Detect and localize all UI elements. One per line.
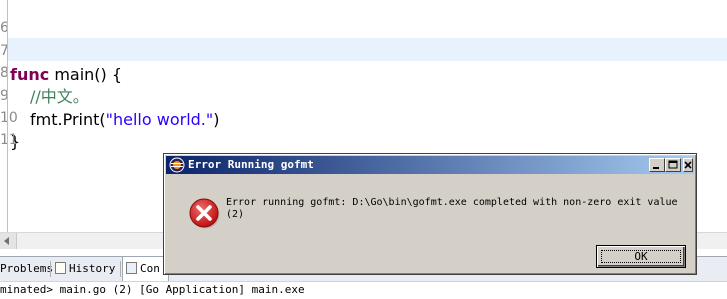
console-status-line: minated> main.go (2) [Go Application] ma… <box>0 281 727 299</box>
tab-separator <box>50 261 51 277</box>
scroll-left-button[interactable] <box>0 233 17 249</box>
maximize-button[interactable] <box>665 158 681 172</box>
tab-label: Con <box>140 262 160 275</box>
minimize-button[interactable] <box>649 158 665 172</box>
code-text: //中文。 <box>30 85 89 108</box>
screen: 6 7 func main() { 8 //中文。 9 fmt.Print("h… <box>0 0 727 299</box>
dialog-title: Error Running gofmt <box>188 158 314 171</box>
code-line[interactable]: 7 func main() { <box>0 17 122 84</box>
code-comment: //中文。 <box>30 87 89 106</box>
string-literal: "hello world." <box>105 110 214 129</box>
eclipse-icon <box>169 157 185 173</box>
tab-label: History <box>69 262 116 275</box>
gutter-divider <box>7 0 8 232</box>
func-signature: main() { <box>49 65 123 84</box>
maximize-icon <box>668 160 678 169</box>
minimize-icon <box>653 167 659 169</box>
error-message: Error running gofmt: D:\Go\bin\gofmt.exe… <box>226 197 678 220</box>
code-line[interactable]: 8 //中文。 <box>0 39 89 106</box>
tab-console[interactable]: Con <box>122 257 169 281</box>
arrow-left-icon <box>4 237 9 245</box>
tab-problems[interactable]: Problems <box>0 257 53 281</box>
code-line[interactable]: 9 fmt.Print("hello world.") <box>0 62 219 129</box>
close-button[interactable] <box>683 158 693 172</box>
history-icon <box>55 262 66 274</box>
code-line[interactable]: 11 <box>0 106 31 148</box>
code-line[interactable]: 10 } <box>0 84 31 151</box>
focus-rect <box>601 250 681 263</box>
console-icon <box>126 262 137 274</box>
error-icon <box>189 198 220 229</box>
tab-separator <box>120 261 121 277</box>
code-line[interactable]: 6 <box>0 0 31 36</box>
error-dialog: Error Running gofmt Error running gofmt:… <box>163 153 697 275</box>
code-text: fmt.Print("hello world.") <box>30 108 219 131</box>
tab-history[interactable]: History <box>55 257 115 281</box>
close-icon <box>684 161 692 169</box>
current-line-highlight <box>8 38 727 61</box>
call-suffix: ) <box>213 110 220 129</box>
ok-button[interactable]: OK <box>596 245 686 268</box>
call-prefix: fmt.Print( <box>30 110 106 129</box>
dialog-titlebar[interactable]: Error Running gofmt <box>166 156 694 174</box>
tab-label: Problems <box>0 262 53 275</box>
